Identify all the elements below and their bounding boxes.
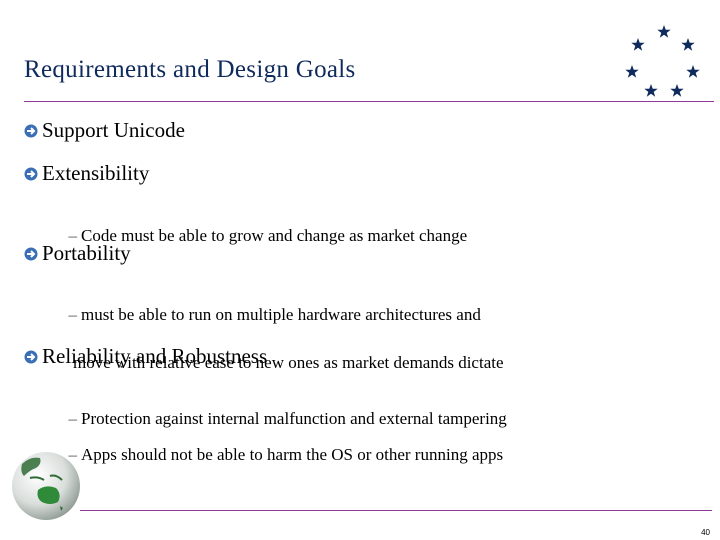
bullet-label: Reliability and Robustness bbox=[42, 344, 268, 368]
globe-icon bbox=[12, 452, 80, 520]
bullet-label: Extensibility bbox=[42, 161, 150, 185]
arrow-bullet-icon bbox=[24, 124, 38, 137]
dash-marker: – bbox=[68, 305, 78, 324]
star-icon bbox=[625, 65, 639, 78]
sub-item-text: Apps should not be able to harm the OS o… bbox=[81, 445, 504, 464]
arrow-bullet-icon bbox=[24, 247, 38, 260]
arrow-bullet-icon bbox=[24, 350, 38, 363]
star-circle-icon bbox=[625, 25, 700, 97]
star-icon bbox=[644, 84, 658, 97]
star-icon bbox=[686, 65, 700, 78]
star-icon bbox=[657, 25, 671, 38]
sub-item-text: Code must be able to grow and change as … bbox=[81, 226, 468, 245]
bullet-item: Portability bbox=[24, 241, 131, 266]
bullet-label: Support Unicode bbox=[42, 118, 185, 142]
sub-item-text: must be able to run on multiple hardware… bbox=[81, 305, 481, 324]
sub-item: – Apps should not be able to harm the OS … bbox=[60, 419, 504, 467]
star-icon bbox=[631, 38, 645, 51]
star-icon bbox=[670, 84, 684, 97]
page-number: 40 bbox=[701, 528, 710, 537]
sub-item: – must be able to run on multiple hardwar… bbox=[60, 279, 504, 399]
slide-title: Requirements and Design Goals bbox=[24, 56, 356, 83]
star-icon bbox=[681, 38, 695, 51]
title-divider bbox=[24, 101, 714, 102]
footer-divider bbox=[80, 510, 712, 511]
bullet-item: Support Unicode bbox=[24, 118, 185, 143]
bullet-item: Extensibility bbox=[24, 161, 149, 186]
arrow-bullet-icon bbox=[24, 167, 38, 180]
bullet-label: Portability bbox=[42, 241, 131, 265]
bullet-item: Reliability and Robustness bbox=[24, 344, 267, 369]
